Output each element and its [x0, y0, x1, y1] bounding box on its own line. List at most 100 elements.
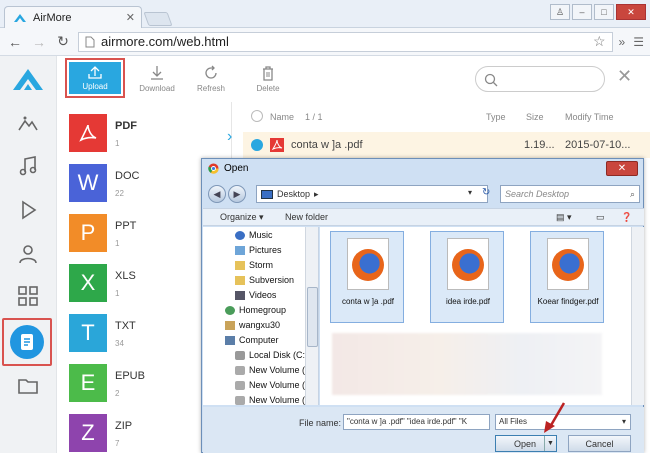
chrome-menu-icon[interactable]: ☰: [633, 35, 644, 49]
tree-label: New Volume (I: [249, 365, 308, 375]
download-icon: [151, 66, 163, 80]
row-checkbox[interactable]: [251, 139, 263, 151]
drive-icon: [235, 395, 245, 405]
refresh-icon[interactable]: ↻: [482, 187, 490, 198]
tree-label: Pictures: [249, 245, 282, 255]
refresh-button[interactable]: Refresh: [183, 60, 239, 98]
tree-label: New Volume (I: [249, 380, 308, 390]
tree-scrollbar[interactable]: [305, 227, 318, 405]
col-modify-time[interactable]: Modify Time: [565, 112, 614, 122]
location-bar[interactable]: Desktop ▸: [256, 185, 488, 203]
tree-item-computer[interactable]: Computer: [225, 335, 279, 345]
reload-icon[interactable]: ↻: [54, 33, 72, 50]
cancel-button[interactable]: Cancel: [568, 435, 631, 452]
tree-item-user[interactable]: wangxu30: [225, 320, 280, 330]
category-name: XLS: [115, 270, 136, 282]
tree-item-homegroup[interactable]: Homegroup: [225, 305, 286, 315]
row-modified: 2015-07-10...: [565, 139, 631, 151]
category-count: 1: [115, 139, 120, 148]
homegroup-icon: [225, 305, 235, 315]
location-text: Desktop: [277, 189, 311, 199]
category-name: EPUB: [115, 370, 145, 382]
new-tab-button[interactable]: [143, 12, 173, 26]
col-name[interactable]: Name: [270, 112, 294, 122]
category-count: 34: [115, 339, 124, 348]
tree-item-videos[interactable]: Videos: [235, 290, 276, 300]
upload-button[interactable]: Upload: [65, 58, 125, 98]
forward-icon[interactable]: →: [30, 34, 48, 50]
folder-icon[interactable]: [16, 374, 40, 398]
file-item[interactable]: conta w ]a .pdf: [330, 231, 404, 323]
address-bar[interactable]: airmore.com/web.html ☆: [78, 31, 613, 52]
tree-item-subversion[interactable]: Subversion: [235, 275, 294, 285]
bookmark-star-icon[interactable]: ☆: [593, 33, 606, 50]
refresh-label: Refresh: [196, 84, 225, 93]
file-scrollbar[interactable]: [631, 227, 644, 405]
col-size[interactable]: Size: [526, 112, 544, 122]
browser-tab[interactable]: AirMore ✕: [4, 6, 142, 28]
table-row[interactable]: conta w ]a .pdf 1.19... 2015-07-10...: [243, 132, 650, 158]
tree-label: Videos: [249, 290, 277, 300]
open-split-dropdown-icon[interactable]: ▼: [544, 436, 556, 451]
tab-close-icon[interactable]: ✕: [126, 11, 135, 24]
minimize-button[interactable]: –: [572, 4, 592, 20]
view-options-icon[interactable]: ▤ ▾: [556, 212, 572, 223]
tree-item-volume[interactable]: New Volume (I: [235, 395, 308, 405]
search-input[interactable]: [475, 66, 605, 92]
dialog-search-input[interactable]: Search Desktop ⌕: [500, 185, 640, 203]
back-icon[interactable]: ◀: [208, 185, 226, 203]
file-name-input[interactable]: "conta w ]a .pdf" "idea irde.pdf" "K: [343, 414, 490, 430]
upload-label: Upload: [82, 82, 108, 91]
tree-item-storm[interactable]: Storm: [235, 260, 273, 270]
delete-label: Delete: [256, 84, 280, 93]
video-icon[interactable]: [16, 198, 40, 222]
tree-label: Storm: [249, 260, 274, 270]
window-controls: ♙ – □ ✕: [550, 4, 646, 20]
select-all-checkbox[interactable]: [251, 110, 263, 122]
documents-nav-item[interactable]: [2, 318, 52, 366]
tab-title: AirMore: [33, 11, 72, 24]
contacts-icon[interactable]: [16, 242, 40, 266]
category-pdf[interactable]: PDF 1 ›: [69, 114, 232, 154]
music-icon[interactable]: [16, 154, 40, 178]
tree-item-local-disk[interactable]: Local Disk (C:): [235, 350, 308, 360]
extensions-icon[interactable]: »: [619, 35, 626, 49]
file-grid: conta w ]a .pdf idea irde.pdf Koear find…: [320, 227, 644, 405]
pdf-file-icon: [270, 138, 284, 152]
maximize-button[interactable]: □: [594, 4, 614, 20]
reflector-icon[interactable]: [16, 112, 40, 136]
close-window-button[interactable]: ✕: [616, 4, 646, 20]
back-icon[interactable]: ←: [6, 34, 24, 50]
tree-item-volume[interactable]: New Volume (I: [235, 380, 308, 390]
preview-pane-icon[interactable]: ▭: [596, 212, 605, 223]
file-count: 1 / 1: [305, 112, 323, 122]
help-icon[interactable]: ❓: [621, 212, 632, 223]
tree-item-music[interactable]: Music: [235, 230, 273, 240]
drive-icon: [235, 350, 245, 360]
tree-label: Local Disk (C:): [249, 350, 309, 360]
category-name: TXT: [115, 320, 136, 332]
scroll-thumb[interactable]: [307, 287, 318, 347]
new-folder-button[interactable]: New folder: [285, 212, 328, 222]
tree-item-volume[interactable]: New Volume (I: [235, 365, 308, 375]
action-bar: Upload Download Refresh Delete ✕: [57, 56, 650, 102]
folder-icon: [235, 260, 245, 270]
organize-menu[interactable]: Organize ▾: [220, 212, 264, 223]
download-button[interactable]: Download: [129, 60, 185, 98]
tree-item-pictures[interactable]: Pictures: [235, 245, 282, 255]
close-icon[interactable]: ✕: [617, 66, 632, 87]
location-dropdown-icon[interactable]: ▾: [468, 188, 472, 197]
breadcrumb-arrow-icon[interactable]: ▸: [314, 189, 319, 200]
delete-button[interactable]: Delete: [240, 60, 296, 98]
user-icon[interactable]: ♙: [550, 4, 570, 20]
airmore-logo-icon[interactable]: [11, 66, 45, 92]
col-type[interactable]: Type: [486, 112, 506, 122]
dialog-close-button[interactable]: ✕: [606, 161, 638, 176]
category-count: 1: [115, 289, 120, 298]
forward-icon[interactable]: ▶: [228, 185, 246, 203]
dialog-bottom-bar: File name: "conta w ]a .pdf" "idea irde.…: [203, 407, 644, 453]
apps-icon[interactable]: [16, 284, 40, 308]
file-item[interactable]: idea irde.pdf: [430, 231, 504, 323]
file-item[interactable]: Koear findger.pdf: [530, 231, 604, 323]
open-button[interactable]: Open ▼: [495, 435, 557, 452]
